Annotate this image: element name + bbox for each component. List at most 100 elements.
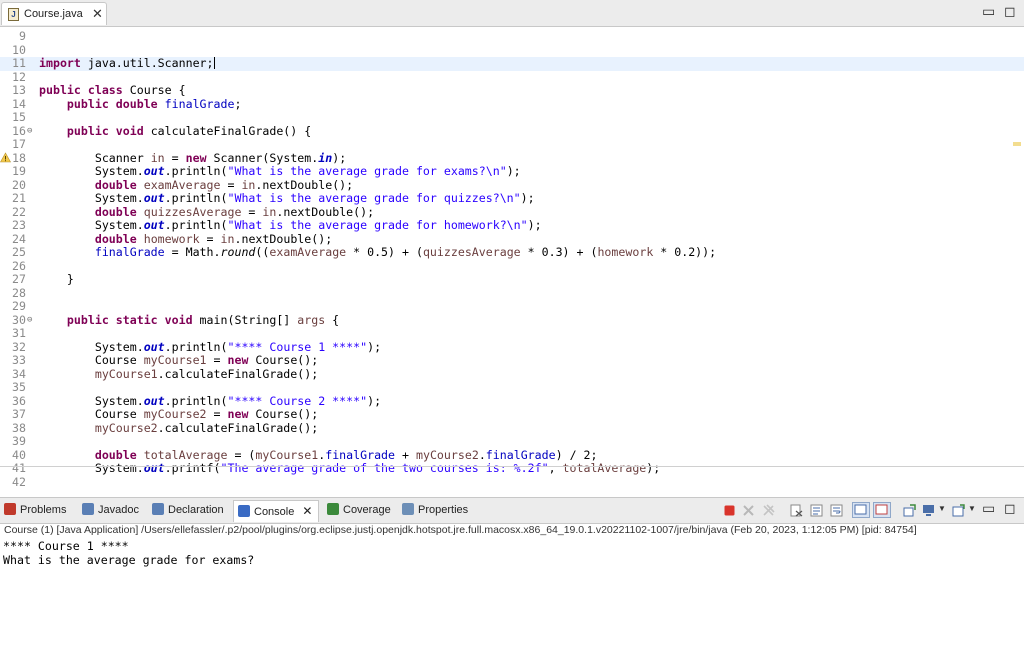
- terminate-icon[interactable]: [723, 504, 736, 517]
- code-line[interactable]: 40 double totalAverage = (myCourse1.fina…: [0, 449, 1024, 463]
- fold-toggle-icon[interactable]: ⊖: [27, 125, 32, 139]
- code-line[interactable]: 23 System.out.println("What is the avera…: [0, 219, 1024, 233]
- line-number: 32: [0, 341, 26, 355]
- word-wrap-icon[interactable]: [830, 504, 843, 517]
- maximize-icon[interactable]: ◻: [1004, 500, 1016, 517]
- line-number: 29: [0, 300, 26, 314]
- fold-toggle-icon[interactable]: ⊖: [27, 314, 32, 328]
- line-number: 26: [0, 260, 26, 274]
- code-text: System.out.println("What is the average …: [39, 165, 521, 179]
- close-icon[interactable]: ✕: [92, 6, 103, 22]
- code-line[interactable]: 32 System.out.println("**** Course 1 ***…: [0, 341, 1024, 355]
- code-line[interactable]: 20 double examAverage = in.nextDouble();: [0, 179, 1024, 193]
- code-text: myCourse1.calculateFinalGrade();: [39, 368, 318, 382]
- line-number: 38: [0, 422, 26, 436]
- code-text: public class Course {: [39, 84, 186, 98]
- code-line[interactable]: 13public class Course {: [0, 84, 1024, 98]
- code-text: public void calculateFinalGrade() {: [39, 125, 311, 139]
- code-line[interactable]: 21 System.out.println("What is the avera…: [0, 192, 1024, 206]
- line-number: 21: [0, 192, 26, 206]
- tab-coverage[interactable]: Coverage: [327, 502, 391, 518]
- code-line[interactable]: 37 Course myCourse2 = new Course();: [0, 408, 1024, 422]
- code-text: System.out.println("**** Course 1 ****")…: [39, 341, 381, 355]
- pin-console-icon[interactable]: [903, 504, 916, 517]
- line-number: 12: [0, 71, 26, 85]
- code-line[interactable]: 14 public double finalGrade;: [0, 98, 1024, 112]
- code-line[interactable]: 41 System.out.printf("The average grade …: [0, 462, 1024, 476]
- code-line[interactable]: 10: [0, 44, 1024, 58]
- code-line[interactable]: 16⊖ public void calculateFinalGrade() {: [0, 125, 1024, 139]
- code-line[interactable]: 30⊖ public static void main(String[] arg…: [0, 314, 1024, 328]
- code-editor[interactable]: 91011import java.util.Scanner;1213public…: [0, 27, 1024, 492]
- text-cursor: [214, 57, 215, 69]
- chevron-down-icon[interactable]: ▼: [938, 504, 946, 513]
- code-line[interactable]: 17: [0, 138, 1024, 152]
- console-output-line: **** Course 1 ****: [3, 539, 129, 553]
- code-line[interactable]: 19 System.out.println("What is the avera…: [0, 165, 1024, 179]
- line-number: 31: [0, 327, 26, 341]
- console-output-line: What is the average grade for exams?: [3, 553, 254, 567]
- line-number: 27: [0, 273, 26, 287]
- code-line[interactable]: 18 Scanner in = new Scanner(System.in);: [0, 152, 1024, 166]
- code-line[interactable]: 15: [0, 111, 1024, 125]
- code-line[interactable]: 31: [0, 327, 1024, 341]
- declaration-icon: [152, 503, 164, 515]
- close-icon[interactable]: ✕: [302, 504, 312, 518]
- tab-javadoc[interactable]: Javadoc: [82, 502, 139, 518]
- line-number: 11: [0, 57, 26, 71]
- tab-properties[interactable]: Properties: [402, 502, 468, 518]
- line-number: 41: [0, 462, 26, 476]
- editor-tab-course-java[interactable]: J Course.java ✕: [1, 2, 107, 25]
- show-console-stdout-icon[interactable]: [852, 502, 870, 518]
- properties-icon: [402, 503, 414, 515]
- code-text: System.out.println("**** Course 2 ****")…: [39, 395, 381, 409]
- chevron-down-icon[interactable]: ▼: [968, 504, 976, 513]
- code-line[interactable]: 35: [0, 381, 1024, 395]
- code-line[interactable]: 34 myCourse1.calculateFinalGrade();: [0, 368, 1024, 382]
- scroll-lock-icon[interactable]: [810, 504, 823, 517]
- display-selected-console-icon[interactable]: [922, 504, 935, 517]
- line-number: 14: [0, 98, 26, 112]
- tab-problems[interactable]: Problems: [4, 502, 66, 518]
- open-console-icon[interactable]: [952, 504, 965, 517]
- code-line[interactable]: 25 finalGrade = Math.round((examAverage …: [0, 246, 1024, 260]
- line-number: 16: [0, 125, 26, 139]
- line-number: 42: [0, 476, 26, 490]
- minimize-icon[interactable]: ▭: [982, 3, 995, 20]
- code-line[interactable]: 29: [0, 300, 1024, 314]
- code-text: Course myCourse2 = new Course();: [39, 408, 318, 422]
- code-text: double examAverage = in.nextDouble();: [39, 179, 353, 193]
- tab-label: Problems: [20, 504, 66, 516]
- problems-icon: [4, 503, 16, 515]
- console-launch-header: Course (1) [Java Application] /Users/ell…: [4, 524, 917, 536]
- code-line[interactable]: 27 }: [0, 273, 1024, 287]
- warning-icon[interactable]: [0, 152, 11, 163]
- code-line[interactable]: 42: [0, 476, 1024, 490]
- code-line[interactable]: 9: [0, 30, 1024, 44]
- code-text: double homework = in.nextDouble();: [39, 233, 332, 247]
- code-line[interactable]: 33 Course myCourse1 = new Course();: [0, 354, 1024, 368]
- remove-all-icon[interactable]: [762, 504, 775, 517]
- line-number: 20: [0, 179, 26, 193]
- show-console-stderr-icon[interactable]: [873, 502, 891, 518]
- code-text: public double finalGrade;: [39, 98, 241, 112]
- code-line[interactable]: 12: [0, 71, 1024, 85]
- line-number: 40: [0, 449, 26, 463]
- clear-console-icon[interactable]: [790, 504, 803, 517]
- code-line[interactable]: 36 System.out.println("**** Course 2 ***…: [0, 395, 1024, 409]
- code-line[interactable]: 39: [0, 435, 1024, 449]
- at-icon: [82, 503, 94, 515]
- tab-console[interactable]: Console✕: [233, 500, 319, 522]
- code-line[interactable]: 11import java.util.Scanner;: [0, 57, 1024, 71]
- line-number: 10: [0, 44, 26, 58]
- code-text: System.out.printf("The average grade of …: [39, 462, 660, 476]
- tab-declaration[interactable]: Declaration: [152, 502, 224, 518]
- code-line[interactable]: 38 myCourse2.calculateFinalGrade();: [0, 422, 1024, 436]
- maximize-icon[interactable]: ◻: [1004, 3, 1016, 20]
- code-line[interactable]: 28: [0, 287, 1024, 301]
- remove-launch-icon[interactable]: [742, 504, 755, 517]
- code-line[interactable]: 24 double homework = in.nextDouble();: [0, 233, 1024, 247]
- minimize-icon[interactable]: ▭: [982, 500, 995, 517]
- code-line[interactable]: 22 double quizzesAverage = in.nextDouble…: [0, 206, 1024, 220]
- code-line[interactable]: 26: [0, 260, 1024, 274]
